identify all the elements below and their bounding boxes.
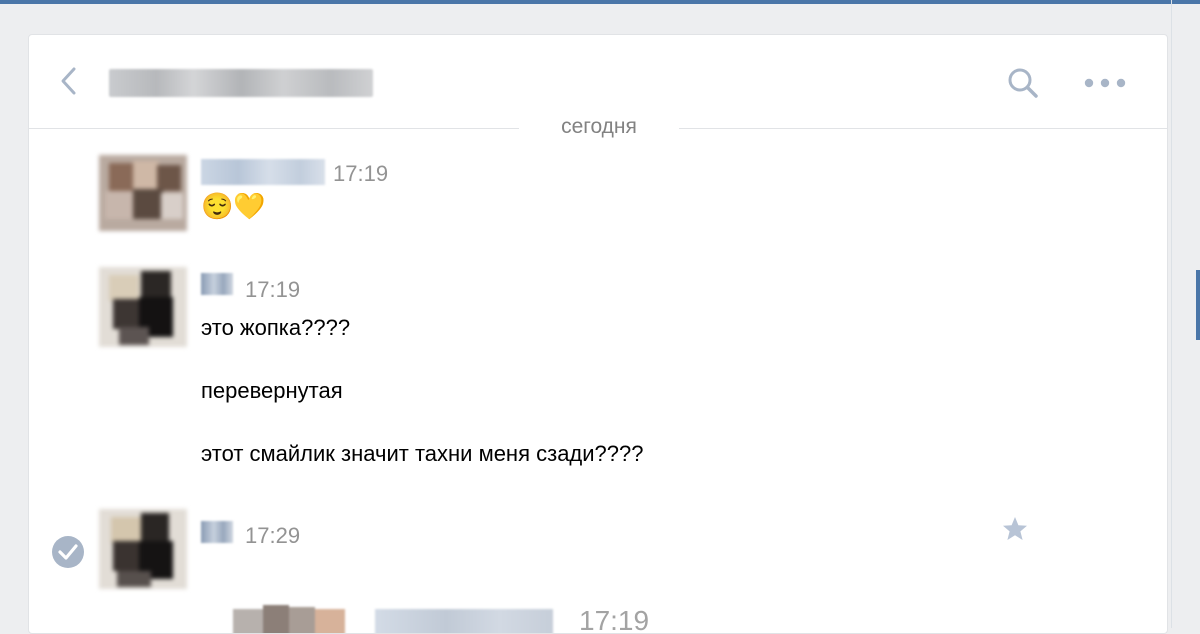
message-text: это жопка????: [201, 315, 351, 340]
page-edge: [1171, 0, 1172, 628]
date-divider-label: сегодня: [561, 115, 637, 138]
more-horizontal-icon: [1084, 78, 1126, 88]
message[interactable]: 17:19 это жопка???? перевернутая этот см…: [29, 267, 1167, 477]
forwarded-avatar[interactable]: [233, 603, 345, 633]
forwarded-time[interactable]: 17:19: [579, 605, 649, 633]
message-text: этот смайлик значит тахни меня сзади????: [201, 441, 644, 466]
forwarded-author[interactable]: [375, 609, 553, 633]
message-time[interactable]: 17:19: [333, 161, 388, 187]
message-text: 😌💛: [201, 191, 266, 221]
message-author[interactable]: [201, 521, 233, 543]
message-text: перевернутая: [201, 378, 343, 403]
chevron-left-icon: [61, 67, 76, 95]
chat-panel: сегодня 17:19 😌💛 17:19 это жопка???? пер: [28, 34, 1168, 634]
chat-title[interactable]: [109, 69, 373, 97]
avatar[interactable]: [99, 267, 187, 347]
avatar[interactable]: [99, 509, 187, 589]
back-button[interactable]: [55, 63, 85, 99]
star-icon[interactable]: [1001, 515, 1029, 543]
message-time[interactable]: 17:19: [245, 277, 300, 303]
more-actions-button[interactable]: [1081, 65, 1133, 101]
message[interactable]: 17:19 😌💛: [29, 155, 1167, 245]
avatar[interactable]: [99, 155, 187, 231]
message-author[interactable]: [201, 273, 233, 295]
message-time[interactable]: 17:29: [245, 523, 300, 549]
side-scroll-indicator[interactable]: [1196, 270, 1200, 340]
message-author[interactable]: [201, 159, 325, 185]
top-navigation-bar: [0, 0, 1200, 4]
search-button[interactable]: [1005, 65, 1041, 101]
search-icon: [1008, 68, 1038, 98]
